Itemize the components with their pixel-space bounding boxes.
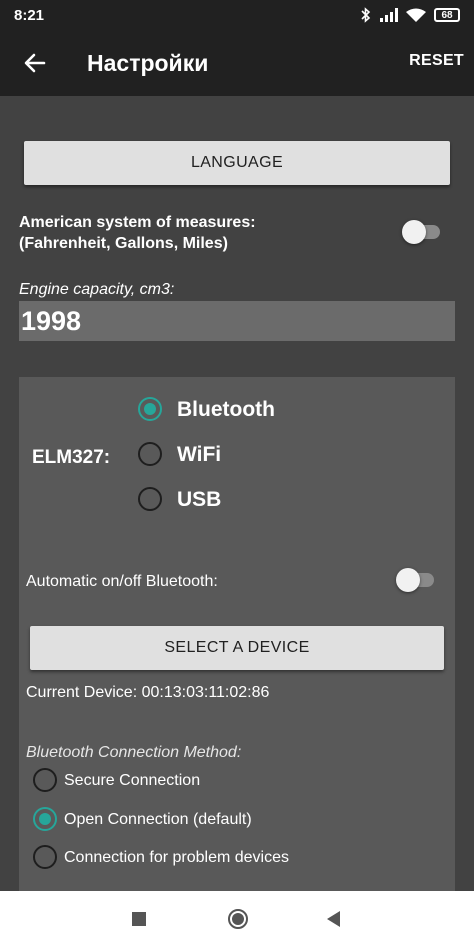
auto-bluetooth-label: Automatic on/off Bluetooth: [26, 573, 218, 590]
option-open-connection-label[interactable]: Open Connection (default) [64, 811, 252, 829]
elm327-settings-card: ELM327: Bluetooth WiFi USB Automatic on/… [19, 377, 455, 897]
recents-square-icon[interactable] [132, 912, 146, 926]
engine-capacity-input[interactable]: 1998 [19, 301, 455, 341]
current-device-text: Current Device: 00:13:03:11:02:86 [26, 684, 270, 701]
option-secure-connection-label[interactable]: Secure Connection [64, 772, 200, 790]
elm327-label: ELM327: [32, 447, 111, 468]
system-nav-bar [0, 891, 474, 948]
american-system-toggle[interactable] [402, 220, 442, 244]
toggle-thumb [402, 220, 426, 244]
radio-open-connection[interactable] [33, 807, 57, 831]
radio-bluetooth[interactable] [138, 397, 162, 421]
bluetooth-icon [361, 7, 371, 23]
radio-problem-devices[interactable] [33, 845, 57, 869]
american-system-label-line1: American system of measures: [19, 214, 256, 231]
back-triangle-icon[interactable] [327, 911, 340, 927]
language-button[interactable]: LANGUAGE [24, 141, 450, 185]
radio-usb[interactable] [138, 487, 162, 511]
status-time: 8:21 [14, 6, 45, 24]
battery-icon: 68 [434, 8, 460, 22]
american-system-label-line2: (Fahrenheit, Gallons, Miles) [19, 235, 228, 252]
auto-bluetooth-toggle[interactable] [396, 568, 436, 592]
status-icons: 68 [360, 7, 460, 23]
status-bar: 8:21 68 [0, 0, 474, 30]
american-system-label: American system of measures: (Fahrenheit… [19, 212, 256, 254]
option-problem-devices-label[interactable]: Connection for problem devices [64, 849, 289, 867]
option-usb-label[interactable]: USB [177, 488, 221, 512]
app-toolbar: Настройки RESET [0, 30, 474, 96]
option-wifi-label[interactable]: WiFi [177, 443, 221, 467]
page-title: Настройки [87, 50, 209, 76]
option-bluetooth-label[interactable]: Bluetooth [177, 398, 275, 422]
radio-wifi[interactable] [138, 442, 162, 466]
engine-capacity-label: Engine capacity, cm3: [19, 281, 175, 298]
select-device-button[interactable]: SELECT A DEVICE [30, 626, 444, 670]
home-circle-icon[interactable] [228, 909, 248, 929]
connection-method-label: Bluetooth Connection Method: [26, 744, 242, 761]
arrow-left-icon[interactable] [22, 50, 48, 76]
radio-secure-connection[interactable] [33, 768, 57, 792]
toggle-thumb [396, 568, 420, 592]
settings-content[interactable]: LANGUAGE American system of measures: (F… [0, 96, 474, 897]
wifi-icon [406, 8, 426, 22]
signal-icon [380, 8, 398, 22]
reset-button[interactable]: RESET [409, 52, 464, 70]
